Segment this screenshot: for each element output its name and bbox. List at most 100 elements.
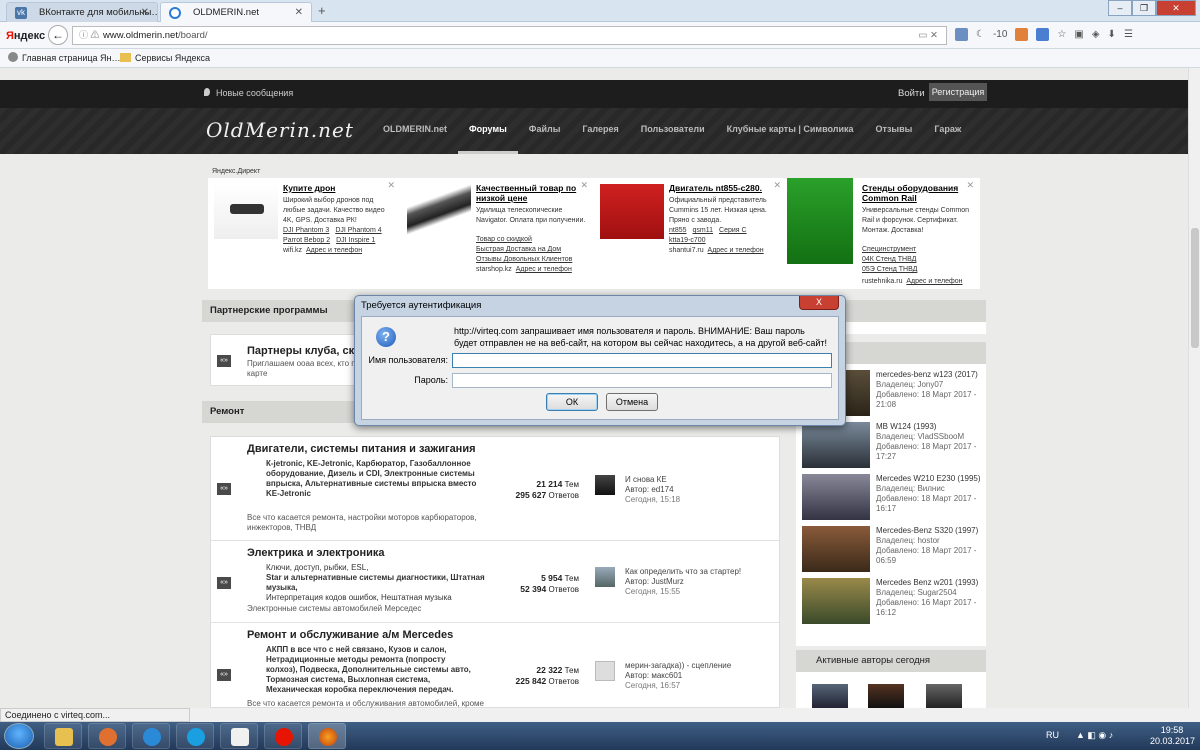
- new-tab-button[interactable]: +: [318, 3, 326, 18]
- author-avatar[interactable]: [812, 684, 848, 708]
- url-bar[interactable]: ⓘ ⚠ www.oldmerin.net/board/ ▭ ✕: [72, 26, 947, 45]
- ad-link[interactable]: Быстрая Доставка на Дом: [476, 246, 561, 253]
- pocket-icon[interactable]: ◈: [1092, 29, 1100, 40]
- tray-icons[interactable]: ▲ ◧ ◉ ♪: [1076, 730, 1113, 741]
- nav-files[interactable]: Файлы: [518, 108, 572, 154]
- nav-users[interactable]: Пользователи: [630, 108, 716, 154]
- taskbar-media[interactable]: [88, 723, 126, 749]
- ad-link[interactable]: Товар со скидкой: [476, 236, 532, 243]
- car-title[interactable]: MB W124 (1993): [876, 422, 936, 431]
- ad-contact[interactable]: Адрес и телефон: [306, 247, 362, 254]
- car-owner[interactable]: Владелец: Вилнис: [876, 484, 945, 493]
- ad-link[interactable]: Серия С: [719, 227, 747, 234]
- nav-reviews[interactable]: Отзывы: [865, 108, 924, 154]
- ad-link[interactable]: nt855: [669, 227, 687, 234]
- last-post-author[interactable]: Автор: макс601: [625, 671, 682, 680]
- taskbar-skype[interactable]: [176, 723, 214, 749]
- forum-title[interactable]: Двигатели, системы питания и зажигания: [247, 443, 476, 455]
- forum-title[interactable]: Ремонт и обслуживание а/м Mercedes: [247, 629, 453, 641]
- taskbar-firefox[interactable]: [308, 723, 346, 749]
- bookmark-star-icon[interactable]: ☆: [1057, 29, 1066, 40]
- ad-link[interactable]: 05Э Стенд ТНВД: [862, 266, 917, 273]
- car-owner[interactable]: Владелец: VladSSbooM: [876, 432, 964, 441]
- author-avatar[interactable]: [926, 684, 962, 708]
- login-link[interactable]: Войти: [898, 88, 925, 99]
- ad-contact[interactable]: Адрес и телефон: [708, 247, 764, 254]
- language-indicator[interactable]: RU: [1046, 730, 1059, 740]
- car-title[interactable]: Mercedes W210 E230 (1995): [876, 474, 981, 483]
- page-scrollbar[interactable]: [1188, 68, 1200, 708]
- tab-oldmerin[interactable]: OLDMERIN.net ✕: [160, 2, 312, 22]
- nav-gallery[interactable]: Галерея: [571, 108, 629, 154]
- close-icon[interactable]: ✕: [387, 180, 395, 190]
- ok-button[interactable]: ОК: [546, 393, 598, 411]
- ad-item[interactable]: Двигатель nt855-c280. ✕ Официальный пред…: [594, 178, 787, 289]
- dialog-close-button[interactable]: X: [799, 296, 839, 310]
- car-photo[interactable]: [802, 474, 870, 520]
- car-title[interactable]: Mercedes Benz w201 (1993): [876, 578, 978, 587]
- ad-domain-text[interactable]: starshop.kz: [476, 266, 512, 273]
- site-info-icon[interactable]: ⓘ ⚠: [79, 27, 100, 44]
- subforum-links[interactable]: Ключи, доступ, рыбки, ESL,: [266, 563, 486, 573]
- close-icon[interactable]: ✕: [580, 180, 588, 190]
- taskbar-explorer[interactable]: [44, 723, 82, 749]
- ad-domain-text[interactable]: wifi.kz: [283, 247, 302, 254]
- back-button[interactable]: ←: [48, 25, 68, 45]
- ad-link[interactable]: DJI Phantom 4: [335, 227, 381, 234]
- last-post-avatar[interactable]: [595, 567, 615, 587]
- new-messages-link[interactable]: Новые сообщения: [204, 88, 293, 98]
- bookmark-yandex-home[interactable]: Главная страница Ян…: [8, 49, 121, 68]
- author-avatar[interactable]: [868, 684, 904, 708]
- bookmark-yandex-services[interactable]: Сервисы Яндекса: [120, 49, 210, 68]
- ad-link[interactable]: Отзывы Довольных Клиентов: [476, 256, 572, 263]
- last-post-title[interactable]: Как определить что за стартер!: [625, 567, 741, 576]
- subforum-links[interactable]: Интерпретация кодов ошибок, Нештатная му…: [266, 593, 506, 603]
- yandex-logo[interactable]: Яндекс: [6, 30, 45, 42]
- car-photo[interactable]: [802, 526, 870, 572]
- ad-link[interactable]: DJI Phantom 3: [283, 227, 329, 234]
- forum-title[interactable]: Электрика и электроника: [247, 547, 385, 559]
- taskbar-yandex[interactable]: [264, 723, 302, 749]
- ad-link[interactable]: qsm11: [693, 227, 714, 234]
- maximize-icon[interactable]: ❐: [1132, 0, 1156, 16]
- ad-link[interactable]: ktta19-c700: [669, 237, 706, 244]
- ad-link[interactable]: Parrot Bebop 2: [283, 237, 330, 244]
- minimize-icon[interactable]: –: [1108, 0, 1132, 16]
- download-icon[interactable]: ⬇: [1108, 29, 1116, 40]
- last-post-author[interactable]: Автор: JustMurz: [625, 577, 684, 586]
- taskbar-dice[interactable]: [220, 723, 258, 749]
- clipboard-icon[interactable]: ▣: [1074, 29, 1083, 40]
- nav-club-cards[interactable]: Клубные карты | Символика: [716, 108, 865, 154]
- nav-forums[interactable]: Форумы: [458, 108, 518, 154]
- close-icon[interactable]: ✕: [773, 180, 781, 190]
- subforum-links[interactable]: К-jetronic, KE-Jetronic, Карбюратор, Газ…: [266, 459, 486, 499]
- car-owner[interactable]: Владелец: hostor: [876, 536, 940, 545]
- close-window-icon[interactable]: ✕: [1156, 0, 1196, 16]
- car-title[interactable]: Mercedes-Benz S320 (1997): [876, 526, 978, 535]
- subforum-links[interactable]: Star и альтернативные системы диагностик…: [266, 573, 486, 593]
- car-photo[interactable]: [802, 578, 870, 624]
- forum-title[interactable]: Партнеры клуба, ск…: [247, 345, 365, 357]
- ad-link[interactable]: Специнструмент: [862, 246, 916, 253]
- default-avatar-icon[interactable]: [595, 661, 615, 681]
- close-tab-icon[interactable]: ✕: [141, 3, 149, 22]
- last-post-title[interactable]: мерин-загадка)) - сцепление: [625, 661, 731, 670]
- register-button[interactable]: Регистрация: [929, 83, 987, 101]
- last-post-avatar[interactable]: [595, 475, 615, 495]
- ad-contact[interactable]: Адрес и телефон: [516, 266, 572, 273]
- password-input[interactable]: [452, 373, 832, 388]
- last-post-title[interactable]: И снова КЕ: [625, 475, 667, 484]
- cancel-button[interactable]: Отмена: [606, 393, 658, 411]
- close-tab-icon[interactable]: ✕: [295, 3, 303, 22]
- ad-domain-text[interactable]: shantui7.ru: [669, 247, 704, 254]
- ad-domain-text[interactable]: rustehnika.ru: [862, 278, 902, 285]
- ad-item[interactable]: Купите дрон ✕ Широкий выбор дронов под л…: [208, 178, 401, 289]
- scrollbar-thumb[interactable]: [1191, 228, 1199, 348]
- ad-item[interactable]: Стенды оборудования Common Rail ✕ Универ…: [787, 178, 980, 289]
- reader-icon[interactable]: ▭ ✕: [918, 27, 938, 44]
- subforum-links[interactable]: АКПП в все что с ней связано, Кузов и са…: [266, 645, 476, 695]
- tab-vk[interactable]: vk ВКонтакте для мобильны… ✕: [6, 2, 158, 22]
- ad-title[interactable]: Качественный товар по низкой цене: [476, 183, 588, 203]
- username-input[interactable]: [452, 353, 832, 368]
- ad-contact[interactable]: Адрес и телефон: [906, 278, 962, 285]
